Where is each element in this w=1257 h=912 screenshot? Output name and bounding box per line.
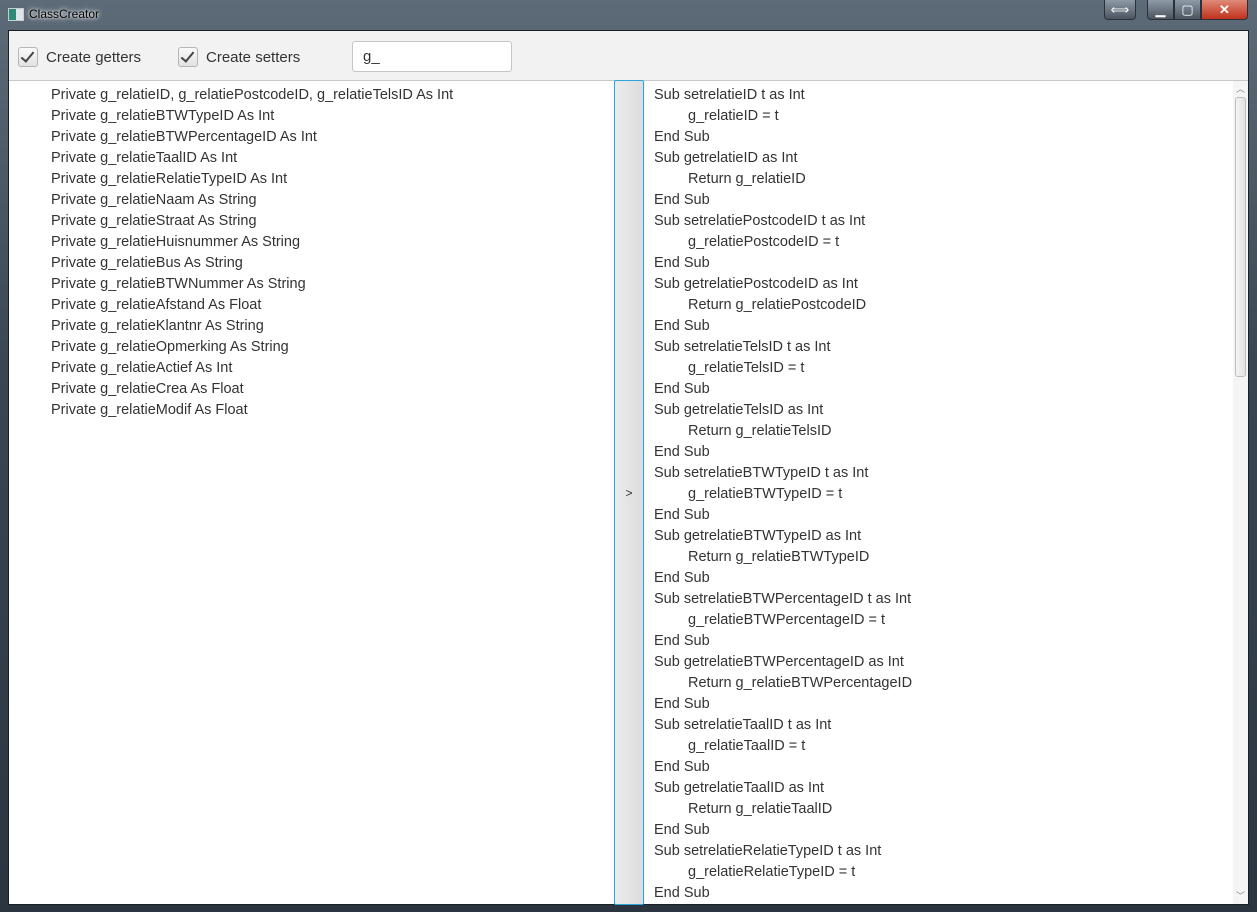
output-line: Sub getrelatieTaalID as Int: [654, 780, 825, 796]
window-title: ClassCreator: [29, 7, 100, 21]
scrollbar-thumb[interactable]: [1235, 97, 1246, 377]
resize-arrows-icon: ⟺: [1110, 2, 1130, 17]
output-line: Return g_relatieBTWTypeID: [688, 549, 870, 565]
declaration-line: Private g_relatieID, g_relatiePostcodeID…: [51, 87, 454, 103]
minimize-button[interactable]: ▁: [1147, 0, 1174, 20]
declaration-line: Private g_relatieBTWTypeID As Int: [51, 108, 275, 124]
output-line: End Sub: [654, 444, 710, 460]
declaration-line: Private g_relatieTaalID As Int: [51, 150, 238, 166]
declaration-line: Private g_relatieBTWPercentageID As Int: [51, 129, 317, 145]
create-getters-checkbox[interactable]: Create getters: [18, 47, 141, 67]
output-line: Sub getrelatieTelsID as Int: [654, 402, 824, 418]
declaration-line: Private g_relatieBus As String: [51, 255, 243, 271]
declaration-line: Private g_relatieKlantnr As String: [51, 318, 264, 334]
app-content: Create getters Create setters Private g_…: [8, 30, 1249, 905]
scroll-up-icon[interactable]: ︿: [1233, 82, 1248, 96]
output-line: Return g_relatieTaalID: [688, 801, 833, 817]
declaration-line: Private g_relatieStraat As String: [51, 213, 257, 229]
window-frame: ClassCreator ⟺ ▁ ▢ ✕ Create getters Crea…: [0, 0, 1257, 912]
create-getters-label: Create getters: [46, 48, 142, 66]
checkmark-icon: [178, 47, 198, 67]
toolbar: Create getters Create setters: [9, 31, 1248, 81]
app-icon: [8, 8, 24, 21]
output-scrollbar[interactable]: ︿ ﹀: [1233, 81, 1248, 904]
output-line: Return g_relatieBTWPercentageID: [688, 675, 913, 691]
declaration-line: Private g_relatieModif As Float: [51, 402, 248, 418]
output-line: End Sub: [654, 696, 710, 712]
output-line: End Sub: [654, 129, 710, 145]
close-icon: ✕: [1219, 2, 1230, 17]
output-line: End Sub: [654, 633, 710, 649]
declaration-line: Private g_relatieNaam As String: [51, 192, 257, 208]
output-line: Sub setrelatieID t as Int: [654, 87, 805, 103]
output-line: Sub getrelatieBTWPercentageID as Int: [654, 654, 904, 670]
output-textarea[interactable]: Sub setrelatieID t as Int g_relatieID = t…: [645, 81, 1233, 904]
output-line: g_relatieTaalID = t: [688, 738, 806, 754]
title-bar: ClassCreator ⟺ ▁ ▢ ✕: [0, 0, 1257, 30]
declarations-textarea[interactable]: Private g_relatieID, g_relatiePostcodeID…: [9, 81, 614, 904]
prefix-input[interactable]: [352, 41, 512, 72]
output-line: End Sub: [654, 570, 710, 586]
declaration-line: Private g_relatieActief As Int: [51, 360, 233, 376]
declaration-line: Private g_relatieCrea As Float: [51, 381, 244, 397]
output-line: g_relatieRelatieTypeID = t: [688, 864, 856, 880]
minimize-icon: ▁: [1155, 2, 1166, 17]
output-line: End Sub: [654, 822, 710, 838]
output-line: Sub getrelatieID as Int: [654, 150, 798, 166]
output-line: Sub setrelatieTaalID t as Int: [654, 717, 832, 733]
output-line: g_relatieTelsID = t: [688, 360, 805, 376]
output-line: End Sub: [654, 759, 710, 775]
output-line: End Sub: [654, 192, 710, 208]
output-line: End Sub: [654, 507, 710, 523]
declaration-line: Private g_relatieRelatieTypeID As Int: [51, 171, 288, 187]
maximize-icon: ▢: [1181, 2, 1194, 17]
generate-button[interactable]: >: [614, 80, 644, 905]
checkmark-icon: [18, 47, 38, 67]
output-line: End Sub: [654, 381, 710, 397]
output-line: g_relatieBTWPercentageID = t: [688, 612, 886, 628]
output-line: Sub setrelatiePostcodeID t as Int: [654, 213, 866, 229]
output-line: End Sub: [654, 318, 710, 334]
declaration-line: Private g_relatieHuisnummer As String: [51, 234, 301, 250]
declaration-line: Private g_relatieAfstand As Float: [51, 297, 262, 313]
output-line: Return g_relatieTelsID: [688, 423, 832, 439]
create-setters-checkbox[interactable]: Create setters: [178, 47, 300, 67]
close-button[interactable]: ✕: [1201, 0, 1248, 20]
output-line: g_relatieID = t: [688, 108, 779, 124]
maximize-button[interactable]: ▢: [1174, 0, 1201, 20]
output-line: Sub setrelatieTelsID t as Int: [654, 339, 831, 355]
output-line: Sub getrelatiePostcodeID as Int: [654, 276, 858, 292]
output-line: Sub setrelatieRelatieTypeID t as Int: [654, 843, 882, 859]
output-line: Return g_relatiePostcodeID: [688, 297, 867, 313]
scroll-down-icon[interactable]: ﹀: [1233, 889, 1248, 903]
output-line: End Sub: [654, 885, 710, 901]
create-setters-label: Create setters: [206, 48, 301, 66]
output-line: Sub setrelatieBTWTypeID t as Int: [654, 465, 869, 481]
declaration-line: Private g_relatieBTWNummer As String: [51, 276, 306, 292]
declaration-line: Private g_relatieOpmerking As String: [51, 339, 289, 355]
output-line: g_relatieBTWTypeID = t: [688, 486, 843, 502]
output-line: Return g_relatieID: [688, 171, 806, 187]
output-line: Sub setrelatieBTWPercentageID t as Int: [654, 591, 912, 607]
output-line: Sub getrelatieBTWTypeID as Int: [654, 528, 862, 544]
output-line: End Sub: [654, 255, 710, 271]
output-line: g_relatiePostcodeID = t: [688, 234, 840, 250]
snap-button[interactable]: ⟺: [1104, 0, 1136, 20]
